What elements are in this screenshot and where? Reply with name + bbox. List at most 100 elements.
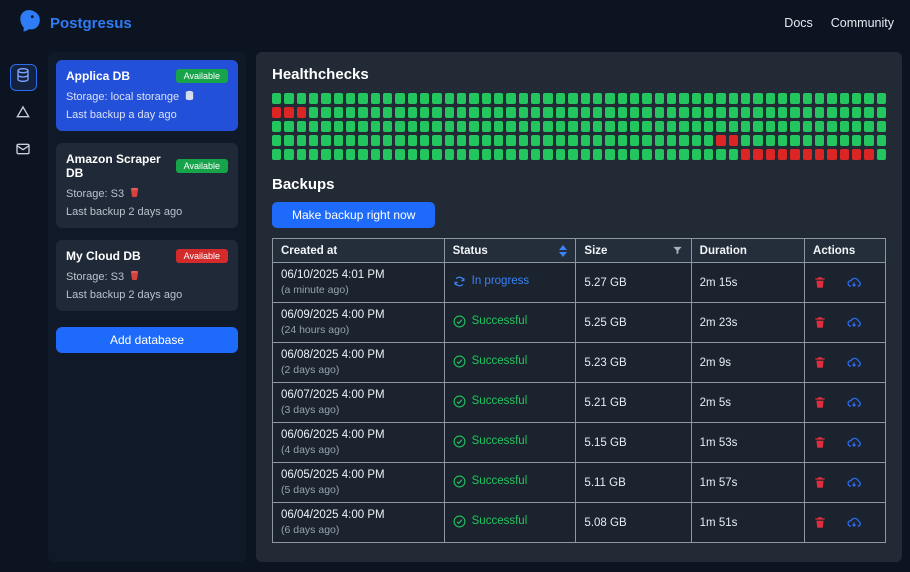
healthcheck-cell[interactable] <box>444 93 455 104</box>
healthcheck-cell[interactable] <box>790 121 800 132</box>
healthcheck-cell[interactable] <box>555 107 566 118</box>
database-card-applica[interactable]: Applica DB Available Storage: local stor… <box>56 60 238 131</box>
healthcheck-cell[interactable] <box>309 107 319 118</box>
healthcheck-cell[interactable] <box>740 107 751 118</box>
healthcheck-cell[interactable] <box>679 149 689 160</box>
database-card-amazon-scraper[interactable]: Amazon Scraper DB Available Storage: S3 … <box>56 143 238 228</box>
healthcheck-cell[interactable] <box>506 93 516 104</box>
healthcheck-cell[interactable] <box>457 107 467 118</box>
healthcheck-cell[interactable] <box>802 93 812 104</box>
healthcheck-cell[interactable] <box>728 107 738 118</box>
healthcheck-cell[interactable] <box>543 121 553 132</box>
healthcheck-cell[interactable] <box>814 121 825 132</box>
healthcheck-cell[interactable] <box>296 107 307 118</box>
healthcheck-cell[interactable] <box>346 107 356 118</box>
healthcheck-cell[interactable] <box>580 93 590 104</box>
healthcheck-cell[interactable] <box>666 93 677 104</box>
healthcheck-cell[interactable] <box>765 107 775 118</box>
healthcheck-cell[interactable] <box>617 107 627 118</box>
healthcheck-cell[interactable] <box>605 93 615 104</box>
healthcheck-cell[interactable] <box>876 149 886 160</box>
healthcheck-cell[interactable] <box>469 93 479 104</box>
healthcheck-cell[interactable] <box>617 93 627 104</box>
healthcheck-cell[interactable] <box>309 93 319 104</box>
healthcheck-cell[interactable] <box>309 149 319 160</box>
healthcheck-cell[interactable] <box>580 135 590 146</box>
healthcheck-cell[interactable] <box>864 121 874 132</box>
healthcheck-cell[interactable] <box>407 93 418 104</box>
healthcheck-cell[interactable] <box>753 121 763 132</box>
healthcheck-cell[interactable] <box>296 135 307 146</box>
healthcheck-cell[interactable] <box>691 149 701 160</box>
healthcheck-cell[interactable] <box>716 107 726 118</box>
healthcheck-cell[interactable] <box>358 107 368 118</box>
nav-notifications[interactable] <box>10 138 37 165</box>
healthcheck-cell[interactable] <box>753 107 763 118</box>
healthcheck-cell[interactable] <box>568 121 578 132</box>
healthcheck-cell[interactable] <box>679 121 689 132</box>
healthcheck-cell[interactable] <box>555 121 566 132</box>
healthcheck-cell[interactable] <box>518 107 529 118</box>
healthcheck-cell[interactable] <box>790 135 800 146</box>
healthcheck-cell[interactable] <box>617 149 627 160</box>
healthcheck-cell[interactable] <box>864 149 874 160</box>
docs-link[interactable]: Docs <box>784 16 812 30</box>
delete-backup-button[interactable] <box>813 395 827 410</box>
healthcheck-cell[interactable] <box>494 93 504 104</box>
healthcheck-cell[interactable] <box>580 107 590 118</box>
healthcheck-cell[interactable] <box>420 121 430 132</box>
healthcheck-cell[interactable] <box>432 93 442 104</box>
healthcheck-cell[interactable] <box>716 121 726 132</box>
healthcheck-cell[interactable] <box>370 121 381 132</box>
healthcheck-cell[interactable] <box>531 135 541 146</box>
healthcheck-cell[interactable] <box>333 135 344 146</box>
healthcheck-cell[interactable] <box>518 93 529 104</box>
healthcheck-cell[interactable] <box>506 135 516 146</box>
healthcheck-cell[interactable] <box>531 149 541 160</box>
healthcheck-cell[interactable] <box>407 121 418 132</box>
healthcheck-cell[interactable] <box>605 107 615 118</box>
healthcheck-cell[interactable] <box>691 135 701 146</box>
healthcheck-cell[interactable] <box>518 149 529 160</box>
healthcheck-cell[interactable] <box>691 121 701 132</box>
healthcheck-cell[interactable] <box>864 107 874 118</box>
healthcheck-cell[interactable] <box>494 121 504 132</box>
download-backup-button[interactable] <box>845 395 863 410</box>
healthcheck-cell[interactable] <box>740 121 751 132</box>
healthcheck-cell[interactable] <box>580 121 590 132</box>
healthcheck-cell[interactable] <box>654 107 664 118</box>
healthcheck-cell[interactable] <box>580 149 590 160</box>
healthcheck-cell[interactable] <box>765 135 775 146</box>
healthcheck-cell[interactable] <box>765 149 775 160</box>
healthcheck-cell[interactable] <box>531 121 541 132</box>
healthcheck-cell[interactable] <box>309 135 319 146</box>
healthcheck-cell[interactable] <box>333 93 344 104</box>
healthcheck-cell[interactable] <box>272 121 282 132</box>
healthcheck-cell[interactable] <box>666 107 677 118</box>
healthcheck-cell[interactable] <box>728 135 738 146</box>
healthcheck-cell[interactable] <box>654 121 664 132</box>
healthcheck-cell[interactable] <box>346 149 356 160</box>
healthcheck-cell[interactable] <box>358 93 368 104</box>
healthcheck-cell[interactable] <box>802 135 812 146</box>
sort-icon[interactable] <box>559 244 568 257</box>
healthcheck-cell[interactable] <box>284 93 294 104</box>
healthcheck-cell[interactable] <box>753 149 763 160</box>
healthcheck-cell[interactable] <box>839 93 849 104</box>
healthcheck-cell[interactable] <box>432 135 442 146</box>
nav-databases[interactable] <box>9 64 37 91</box>
healthcheck-cell[interactable] <box>358 121 368 132</box>
healthcheck-cell[interactable] <box>284 107 294 118</box>
healthcheck-cell[interactable] <box>506 149 516 160</box>
healthcheck-cell[interactable] <box>642 93 652 104</box>
healthcheck-cell[interactable] <box>296 93 307 104</box>
healthcheck-cell[interactable] <box>654 135 664 146</box>
healthcheck-cell[interactable] <box>617 121 627 132</box>
healthcheck-cell[interactable] <box>592 107 603 118</box>
healthcheck-cell[interactable] <box>740 149 751 160</box>
healthcheck-cell[interactable] <box>481 121 492 132</box>
healthcheck-cell[interactable] <box>703 135 714 146</box>
healthcheck-cell[interactable] <box>568 93 578 104</box>
healthcheck-cell[interactable] <box>555 93 566 104</box>
healthcheck-cell[interactable] <box>346 135 356 146</box>
